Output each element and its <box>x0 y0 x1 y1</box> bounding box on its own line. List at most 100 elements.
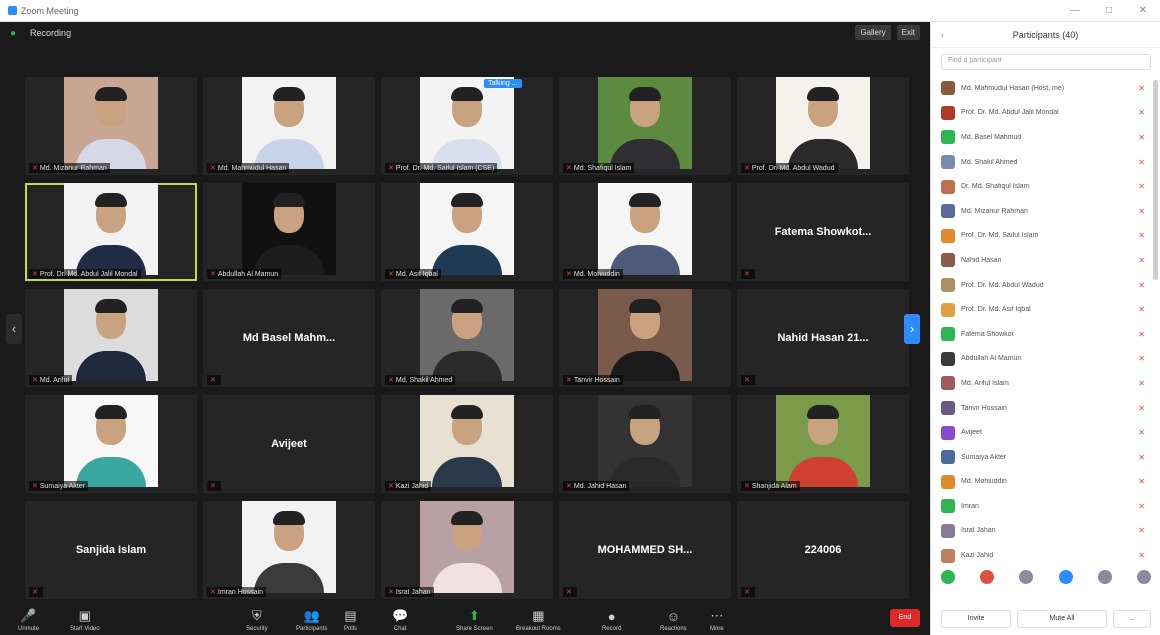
muted-mic-icon[interactable]: ✕ <box>1138 502 1145 511</box>
close-button[interactable]: ✕ <box>1126 0 1160 22</box>
reaction-icon[interactable] <box>1097 570 1112 584</box>
muted-mic-icon[interactable]: ✕ <box>1138 551 1145 560</box>
view-label[interactable]: Recording <box>30 28 71 38</box>
video-tile[interactable]: ✕ Shanjida Alam <box>737 395 909 493</box>
participant-row[interactable]: Fatema Showkot ✕ <box>931 322 1153 347</box>
video-tile[interactable]: ✕ Tanvir Hossain <box>559 289 731 387</box>
participant-row[interactable]: Sumaiya Akter ✕ <box>931 445 1153 470</box>
participant-row[interactable]: Prof. Dr. Md. Saiful Islam ✕ <box>931 224 1153 249</box>
video-tile[interactable]: ✕ Md. Shafiqul Islam <box>559 77 731 175</box>
muted-mic-icon[interactable]: ✕ <box>1138 404 1145 413</box>
muted-mic-icon[interactable]: ✕ <box>1138 330 1145 339</box>
video-tile[interactable]: MOHAMMED SH... ✕ <box>559 501 731 599</box>
video-tile[interactable]: 224006 ✕ <box>737 501 909 599</box>
video-tile[interactable]: Fatema Showkot... ✕ <box>737 183 909 281</box>
participant-row[interactable]: Kazi Jahid ✕ <box>931 543 1153 568</box>
mute-all-button[interactable]: Mute All <box>1017 610 1107 628</box>
participant-row[interactable]: Dr. Md. Shafiqul Islam ✕ <box>931 174 1153 199</box>
participant-row[interactable]: Md. Mizanur Rahman ✕ <box>931 199 1153 224</box>
muted-mic-icon[interactable]: ✕ <box>1138 182 1145 191</box>
video-tile[interactable]: ✕ Abdullah Al Mamun <box>203 183 375 281</box>
muted-mic-icon[interactable]: ✕ <box>1138 526 1145 535</box>
video-tile[interactable]: ✕ Md. Mizanur Rahman <box>25 77 197 175</box>
video-tile[interactable]: ✕ Md. Asif Iqbal <box>381 183 553 281</box>
video-tile[interactable]: ✕ Md. Ariful <box>25 289 197 387</box>
topbar-button[interactable]: Gallery <box>855 25 891 40</box>
muted-mic-icon[interactable]: ✕ <box>1138 207 1145 216</box>
search-input[interactable]: Find a participant <box>941 54 1151 70</box>
muted-mic-icon[interactable]: ✕ <box>1138 379 1145 388</box>
reaction-icon[interactable] <box>1019 570 1034 584</box>
avatar <box>941 327 955 342</box>
end-meeting-button[interactable]: End <box>890 609 920 627</box>
reaction-icon[interactable] <box>980 570 995 584</box>
invite-button[interactable]: Invite <box>941 610 1011 628</box>
toolbar-button-breakout-rooms[interactable]: ▦ Breakout Rooms <box>516 608 561 632</box>
participant-row[interactable]: Prof. Dr. Md. Abdul Wadud ✕ <box>931 273 1153 298</box>
video-tile[interactable]: ✕ Prof. Dr. Md. Abdul Wadud <box>737 77 909 175</box>
participant-row[interactable]: Tanvir Hossain ✕ <box>931 396 1153 421</box>
minimize-button[interactable]: — <box>1058 0 1092 22</box>
participant-row[interactable]: Abdullah Al Mamun ✕ <box>931 347 1153 372</box>
video-tile[interactable]: ✕ Imran Hossain <box>203 501 375 599</box>
scrollbar[interactable] <box>1153 80 1158 280</box>
participant-row[interactable]: Israt Jahan ✕ <box>931 519 1153 544</box>
prev-page-arrow[interactable]: ‹ <box>6 314 22 344</box>
muted-mic-icon[interactable]: ✕ <box>1138 231 1145 240</box>
video-tile[interactable]: Avijeet ✕ <box>203 395 375 493</box>
video-tile[interactable]: Sanjida Islam ✕ <box>25 501 197 599</box>
video-tile[interactable]: ✕ Kazi Jahid <box>381 395 553 493</box>
participant-row[interactable]: Md. Mahmudul Hasan (Host, me) ✕ <box>931 76 1153 101</box>
muted-mic-icon[interactable]: ✕ <box>1138 256 1145 265</box>
video-tile[interactable]: ✕ Israt Jahan <box>381 501 553 599</box>
more-button[interactable]: ... <box>1113 610 1151 628</box>
video-tile[interactable]: Nahid Hasan 21... ✕ <box>737 289 909 387</box>
muted-mic-icon[interactable]: ✕ <box>1138 281 1145 290</box>
topbar-button[interactable]: Exit <box>896 25 920 40</box>
toolbar-button-record[interactable]: ● Record <box>602 609 621 632</box>
reaction-icon[interactable] <box>1136 570 1151 584</box>
video-tile[interactable]: ✕ Prof. Dr. Md. Saiful Islam (CSE) <box>381 77 553 175</box>
participant-row[interactable]: Md. Basel Mahmud ✕ <box>931 125 1153 150</box>
toolbar-button-reactions[interactable]: ☺ Reactions <box>660 609 687 632</box>
participant-row[interactable]: Prof. Dr. Md. Abdul Jalil Mondal ✕ <box>931 101 1153 126</box>
reaction-icon[interactable] <box>941 570 955 584</box>
muted-mic-icon[interactable]: ✕ <box>1138 453 1145 462</box>
toolbar-button-unmute[interactable]: 🎤 Unmute <box>18 608 39 632</box>
toolbar-button-participants[interactable]: 👥 Participants <box>296 608 327 632</box>
maximize-button[interactable]: □ <box>1092 0 1126 22</box>
toolbar-button-share-screen[interactable]: ⬆ Share Screen <box>456 608 493 632</box>
participant-row[interactable]: Imran ✕ <box>931 494 1153 519</box>
muted-mic-icon[interactable]: ✕ <box>1138 428 1145 437</box>
video-tile[interactable]: Md Basel Mahm... ✕ <box>203 289 375 387</box>
video-tile[interactable]: ✕ Sumaiya Akter <box>25 395 197 493</box>
muted-mic-icon[interactable]: ✕ <box>1138 477 1145 486</box>
toolbar-button-start-video[interactable]: ▣ Start Video <box>70 608 100 632</box>
video-tile[interactable]: ✕ Md. Jahid Hasan <box>559 395 731 493</box>
reaction-icon[interactable] <box>1058 570 1073 584</box>
toolbar-button-polls[interactable]: ▤ Polls <box>344 608 357 632</box>
muted-mic-icon[interactable]: ✕ <box>1138 354 1145 363</box>
participant-row[interactable]: Md. Ariful Islam ✕ <box>931 371 1153 396</box>
muted-mic-icon[interactable]: ✕ <box>1138 108 1145 117</box>
toolbar-button-chat[interactable]: 💬 Chat <box>392 608 408 632</box>
participant-row[interactable]: Nahid Hasan ✕ <box>931 248 1153 273</box>
participant-row[interactable]: Md. Shakil Ahmed ✕ <box>931 150 1153 175</box>
muted-mic-icon[interactable]: ✕ <box>1138 84 1145 93</box>
toolbar-button-security[interactable]: ⛨ Security <box>246 608 268 632</box>
muted-mic-icon[interactable]: ✕ <box>1138 158 1145 167</box>
participant-row[interactable]: Avijeet ✕ <box>931 420 1153 445</box>
next-page-arrow[interactable]: › <box>904 314 920 344</box>
muted-mic-icon[interactable]: ✕ <box>1138 133 1145 142</box>
shield-icon[interactable]: ● <box>10 28 16 39</box>
participant-row[interactable]: Md. Mohiuddin ✕ <box>931 470 1153 495</box>
toolbar-button-more[interactable]: ⋯ More <box>710 608 724 632</box>
video-tile[interactable]: ✕ Prof. Dr. Md. Abdul Jalil Mondal <box>25 183 197 281</box>
muted-mic-icon[interactable]: ✕ <box>1138 305 1145 314</box>
video-tile[interactable]: ✕ Md. Mahmudul Hasan <box>203 77 375 175</box>
participant-row[interactable]: Prof. Dr. Md. Asif Iqbal ✕ <box>931 297 1153 322</box>
avatar <box>941 474 955 489</box>
video-tile[interactable]: ✕ Md. Shakil Ahmed <box>381 289 553 387</box>
video-tile[interactable]: ✕ Md. Mohiuddin <box>559 183 731 281</box>
collapse-icon[interactable]: ‹ <box>941 30 944 40</box>
